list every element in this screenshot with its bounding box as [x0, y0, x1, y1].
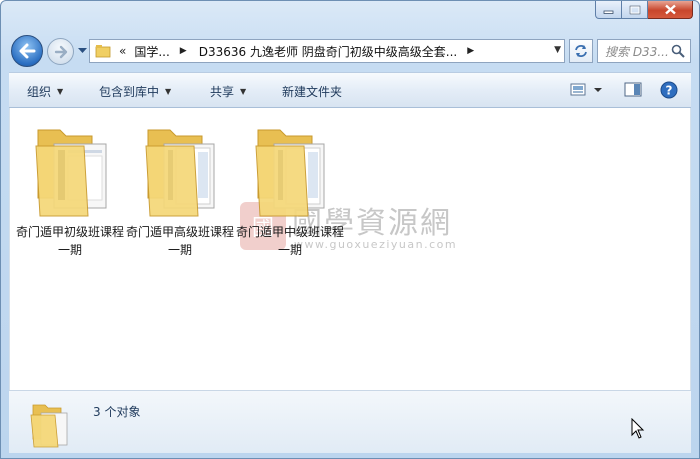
folder-name[interactable]: 奇门遁甲中级班课程一期	[236, 223, 344, 259]
arrow-left-icon	[19, 43, 36, 59]
breadcrumb-item-guoxue[interactable]: 国学...	[134, 43, 169, 60]
search-placeholder: 搜索 D33...	[605, 44, 669, 59]
breadcrumb-item-current[interactable]: D33636 九逸老师 阴盘奇门初级中级高级全套...	[199, 43, 458, 60]
details-pane: 3 个对象	[9, 390, 691, 453]
folder-icon	[95, 45, 111, 58]
address-dropdown-icon[interactable]: ▼	[554, 45, 561, 55]
view-icon	[570, 83, 602, 96]
close-icon	[664, 4, 676, 15]
forward-button[interactable]	[47, 38, 74, 65]
folder-item[interactable]: 奇门遁甲初级班课程一期	[16, 112, 124, 257]
folder-name[interactable]: 奇门遁甲初级班课程一期	[16, 223, 124, 259]
arrow-right-icon	[54, 45, 67, 58]
organize-label: 组织	[27, 85, 52, 99]
include-in-library-label: 包含到库中	[99, 85, 160, 99]
back-button[interactable]	[11, 35, 43, 67]
chevron-down-icon: ▼	[165, 87, 172, 96]
svg-text:?: ?	[666, 84, 673, 98]
include-in-library-button[interactable]: 包含到库中 ▼	[99, 83, 171, 100]
navigation-bar: « 国学... ▶ D33636 九逸老师 阴盘奇门初级中级高级全套... ▶ …	[11, 35, 691, 67]
preview-pane-icon	[624, 82, 642, 97]
search-icon[interactable]	[671, 44, 685, 58]
share-button[interactable]: 共享 ▼	[210, 83, 246, 100]
breadcrumb-separator-icon[interactable]: ▶	[467, 46, 474, 56]
address-bar[interactable]: « 国学... ▶ D33636 九逸老师 阴盘奇门初级中级高级全套... ▶ …	[89, 39, 565, 63]
chevron-down-icon	[77, 48, 87, 53]
breadcrumb-overflow[interactable]: «	[119, 44, 126, 58]
close-button[interactable]	[648, 1, 693, 19]
organize-button[interactable]: 组织 ▼	[27, 83, 63, 100]
refresh-button[interactable]	[569, 39, 593, 63]
file-list[interactable]: 國 國學資源網 www.guoxueziyuan.com 奇门遁甲初级班课程一期	[9, 108, 691, 390]
folder-name[interactable]: 奇门遁甲高级班课程一期	[126, 223, 234, 259]
folder-icon	[30, 404, 68, 448]
minimize-icon	[603, 10, 614, 14]
folder-icon	[145, 129, 215, 217]
recent-pages-button[interactable]	[77, 46, 87, 56]
breadcrumb: « 国学... ▶ D33636 九逸老师 阴盘奇门初级中级高级全套... ▶	[111, 43, 486, 60]
help-icon: ?	[660, 81, 678, 99]
folder-item[interactable]: 奇门遁甲中级班课程一期	[236, 112, 344, 257]
new-folder-button[interactable]: 新建文件夹	[282, 83, 342, 100]
maximize-button[interactable]	[622, 1, 648, 19]
search-box[interactable]: 搜索 D33...	[597, 39, 691, 63]
minimize-button[interactable]	[595, 1, 622, 19]
chevron-down-icon: ▼	[57, 87, 64, 96]
breadcrumb-separator-icon[interactable]: ▶	[180, 46, 187, 56]
caption-buttons	[595, 1, 693, 21]
maximize-icon	[629, 5, 640, 14]
change-view-button[interactable]	[570, 81, 604, 102]
preview-pane-button[interactable]	[624, 81, 642, 102]
chevron-down-icon: ▼	[240, 87, 247, 96]
folder-item[interactable]: 奇门遁甲高级班课程一期	[126, 112, 234, 257]
mouse-cursor-icon	[631, 418, 645, 439]
help-button[interactable]: ?	[660, 81, 678, 102]
folder-icon	[255, 129, 325, 217]
refresh-icon	[575, 45, 587, 57]
command-bar: 组织 ▼ 包含到库中 ▼ 共享 ▼ 新建文件夹 ?	[9, 72, 691, 108]
explorer-window: « 国学... ▶ D33636 九逸老师 阴盘奇门初级中级高级全套... ▶ …	[0, 0, 700, 459]
item-count: 3 个对象	[93, 405, 141, 419]
share-label: 共享	[210, 85, 235, 99]
folder-icon	[35, 129, 107, 217]
new-folder-label: 新建文件夹	[282, 85, 343, 99]
